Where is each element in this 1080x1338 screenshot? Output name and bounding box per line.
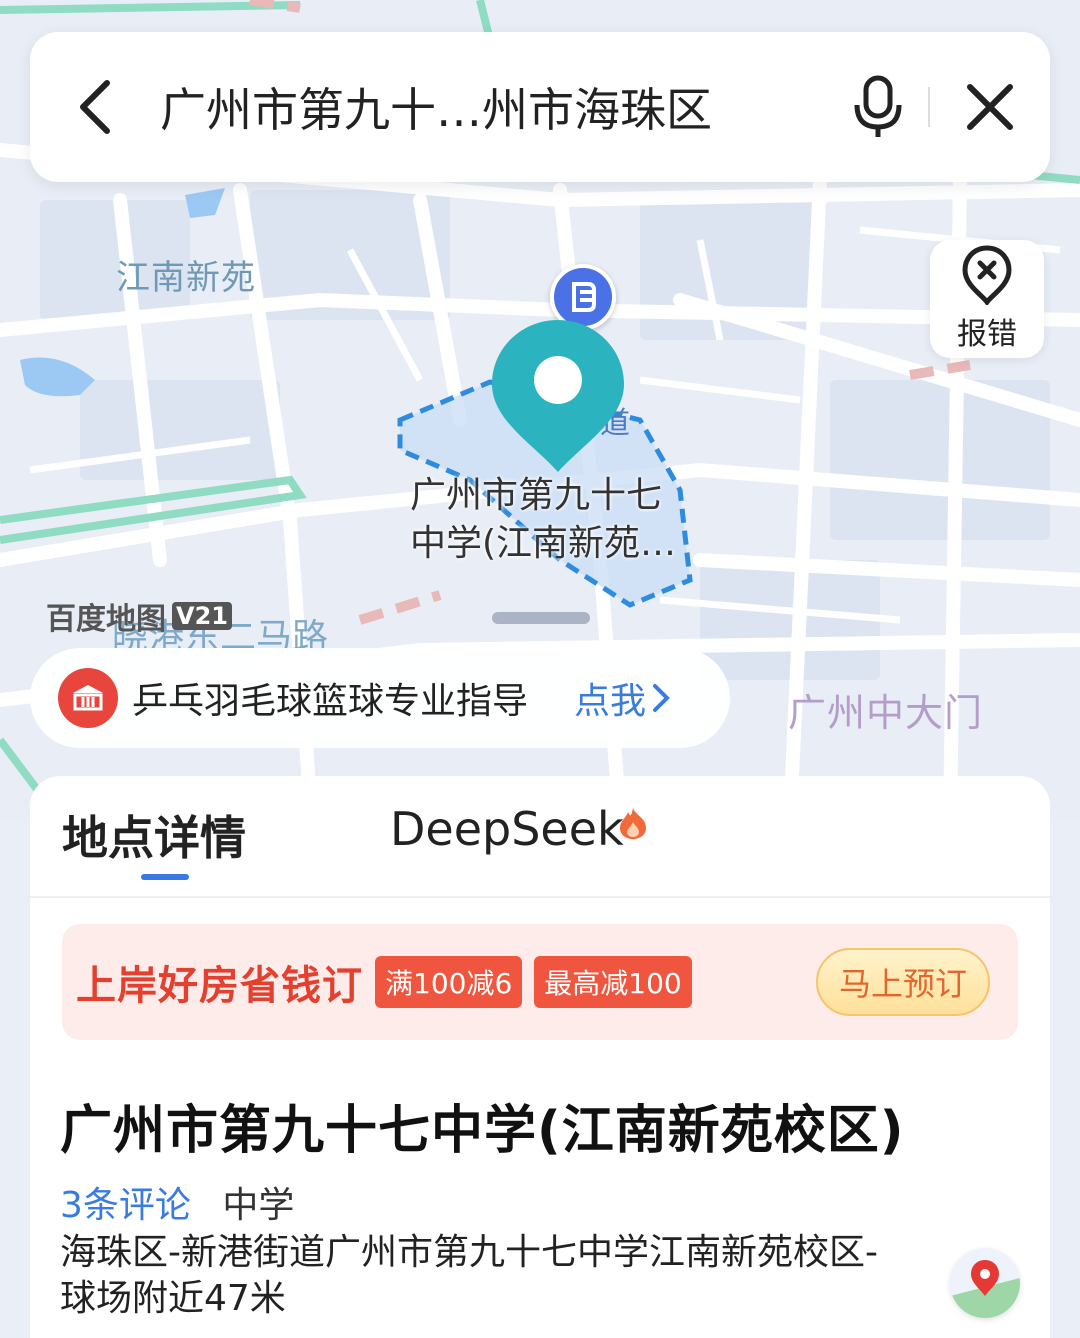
reviews-link[interactable]: 3条评论 (60, 1185, 191, 1226)
voice-search-button[interactable] (828, 32, 928, 182)
place-category: 中学 (222, 1185, 295, 1226)
promo-text: 乒乓羽毛球篮球专业指导 (132, 681, 529, 722)
map-pin-x-icon (962, 245, 1012, 305)
map-poi-name[interactable]: 广州市第九十七 中学(江南新苑… (410, 472, 710, 568)
report-error-label: 报错 (957, 317, 1017, 352)
close-icon (967, 84, 1013, 130)
map-brand-logo: 百度地图 V21 (46, 594, 232, 638)
place-title: 广州市第九十七中学(江南新苑校区) (60, 1101, 905, 1161)
tab-deepseek[interactable]: DeepSeek (390, 802, 624, 856)
banner-slogan: 上岸好房省钱订 (76, 963, 363, 1009)
microphone-icon (854, 75, 902, 137)
book-now-button[interactable]: 马上预订 (816, 948, 990, 1016)
location-pin-icon[interactable] (488, 316, 628, 476)
map-label-guangzhou-gate: 广州中大门 (788, 691, 984, 735)
tab-place-details[interactable]: 地点详情 (62, 802, 246, 868)
drag-handle[interactable] (492, 612, 590, 624)
map-location-button[interactable] (950, 1248, 1020, 1318)
search-bar[interactable]: 广州市第九十…州市海珠区 (30, 32, 1050, 182)
place-meta: 3条评论 中学 (60, 1176, 294, 1228)
chevron-left-icon (80, 80, 110, 134)
fire-icon (620, 808, 646, 839)
tab-bar: 地点详情 DeepSeek (30, 776, 1050, 898)
report-error-button[interactable]: 报错 (930, 240, 1044, 358)
map-location-icon (950, 1260, 1020, 1318)
promo-pill[interactable]: 乒乓羽毛球篮球专业指导 点我 (30, 648, 730, 748)
search-query-text[interactable]: 广州市第九十…州市海珠区 (160, 74, 828, 140)
place-address: 海珠区-新港街道广州市第九十七中学江南新苑校区-球场附近47米 (60, 1232, 878, 1319)
promo-cta-link[interactable]: 点我 (574, 672, 670, 724)
place-detail-panel: 地点详情 DeepSeek 上岸好房省钱订 满100减6 最高减100 马上预订… (30, 776, 1050, 1338)
active-tab-indicator (141, 874, 189, 880)
back-button[interactable] (30, 32, 160, 182)
discount-tag: 最高减100 (534, 956, 692, 1008)
clear-search-button[interactable] (930, 32, 1050, 182)
chevron-right-icon (653, 684, 670, 712)
institution-icon (58, 668, 118, 728)
hotel-promo-banner[interactable]: 上岸好房省钱订 满100减6 最高减100 马上预订 (62, 924, 1018, 1040)
discount-tag: 满100减6 (375, 956, 523, 1008)
map-label-jiangnan: 江南新苑 (116, 258, 256, 298)
